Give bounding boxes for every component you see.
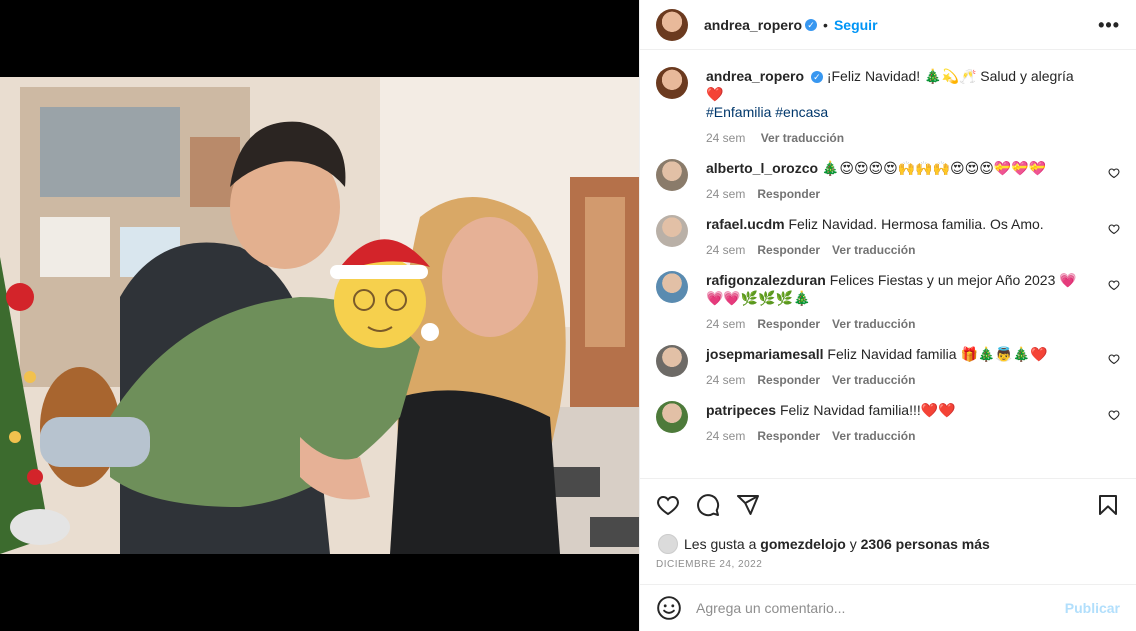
post-date[interactable]: DICIEMBRE 24, 2022 — [656, 559, 762, 570]
comment-like-heart-icon[interactable] — [1108, 223, 1120, 235]
commenter-username[interactable]: josepmariamesall — [706, 346, 824, 362]
comment-like-heart-icon[interactable] — [1108, 167, 1120, 179]
comments-list[interactable]: andrea_ropero ✓ ¡Feliz Navidad! 🎄💫🥂 Salu… — [640, 51, 1136, 478]
verified-icon: ✓ — [805, 18, 818, 31]
commenter-username[interactable]: rafael.ucdm — [706, 216, 785, 232]
comment-time[interactable]: 24 sem — [706, 243, 745, 257]
commenter-avatar[interactable] — [656, 401, 688, 433]
more-options-icon[interactable]: ••• — [1098, 15, 1120, 36]
comment-like-heart-icon[interactable] — [1108, 353, 1120, 365]
caption-translate-link[interactable]: Ver traducción — [761, 131, 844, 145]
separator-dot: • — [823, 16, 828, 33]
action-bar — [640, 478, 1136, 528]
commenter-username[interactable]: patripeces — [706, 402, 776, 418]
translate-link[interactable]: Ver traducción — [832, 243, 915, 257]
caption-hashtags[interactable]: #Enfamilia #encasa — [706, 104, 828, 120]
caption-time[interactable]: 24 sem — [706, 131, 745, 145]
reply-button[interactable]: Responder — [757, 373, 820, 387]
share-plane-icon[interactable] — [736, 493, 760, 517]
author-avatar[interactable] — [656, 8, 688, 41]
comment-text: 🎄😍😍😍😍🙌🙌🙌😍😍😍💝💝💝 — [821, 160, 1047, 176]
comment-time[interactable]: 24 sem — [706, 373, 745, 387]
commenter-avatar[interactable] — [656, 159, 688, 191]
commenter-username[interactable]: rafigonzalezduran — [706, 272, 826, 288]
likes-user[interactable]: gomezdelojo — [760, 536, 846, 552]
comment-item: josepmariamesall Feliz Navidad familia 🎁… — [656, 345, 1120, 389]
comment-time[interactable]: 24 sem — [706, 187, 745, 201]
caption-username[interactable]: andrea_ropero — [706, 68, 804, 84]
translate-link[interactable]: Ver traducción — [832, 317, 915, 331]
add-comment-bar: Publicar — [640, 584, 1136, 631]
comment-bubble-icon[interactable] — [696, 493, 720, 517]
comment-text: Feliz Navidad familia 🎁🎄👼🎄❤️ — [827, 346, 1048, 362]
comment-input[interactable] — [696, 600, 1065, 616]
comment-time[interactable]: 24 sem — [706, 317, 745, 331]
reply-button[interactable]: Responder — [757, 317, 820, 331]
likes-summary: Les gusta a gomezdelojo y 2306 personas … — [658, 534, 990, 554]
like-heart-icon[interactable] — [656, 493, 680, 517]
commenter-username[interactable]: alberto_l_orozco — [706, 160, 818, 176]
reply-button[interactable]: Responder — [757, 187, 820, 201]
comment-item: alberto_l_orozco 🎄😍😍😍😍🙌🙌🙌😍😍😍💝💝💝 24 sem Res… — [656, 159, 1120, 203]
comment-like-heart-icon[interactable] — [1108, 279, 1120, 291]
reply-button[interactable]: Responder — [757, 429, 820, 443]
post-header: andrea_ropero ✓ • Seguir ••• — [640, 0, 1136, 50]
translate-link[interactable]: Ver traducción — [832, 373, 915, 387]
likes-conj: y — [849, 536, 857, 552]
post-photo[interactable] — [0, 77, 639, 554]
comment-item: rafael.ucdm Feliz Navidad. Hermosa famil… — [656, 215, 1120, 259]
author-username[interactable]: andrea_ropero — [704, 17, 802, 33]
emoji-smiley-icon[interactable] — [656, 595, 682, 621]
likes-prefix: Les gusta a — [684, 536, 757, 552]
comment-item: rafigonzalezduran Felices Fiestas y un m… — [656, 271, 1120, 333]
save-bookmark-icon[interactable] — [1096, 493, 1120, 517]
caption: andrea_ropero ✓ ¡Feliz Navidad! 🎄💫🥂 Salu… — [656, 67, 1120, 147]
publish-button[interactable]: Publicar — [1065, 600, 1120, 616]
liker-avatar[interactable] — [658, 534, 678, 554]
translate-link[interactable]: Ver traducción — [832, 429, 915, 443]
comment-text: Feliz Navidad familia!!!❤️❤️ — [779, 402, 956, 418]
comment-like-heart-icon[interactable] — [1108, 409, 1120, 421]
reply-button[interactable]: Responder — [757, 243, 820, 257]
comment-time[interactable]: 24 sem — [706, 429, 745, 443]
comment-item: patripeces Feliz Navidad familia!!!❤️❤️ 2… — [656, 401, 1120, 445]
post-side-panel: andrea_ropero ✓ • Seguir ••• andrea_rope… — [639, 0, 1136, 631]
follow-button[interactable]: Seguir — [834, 17, 878, 33]
verified-icon: ✓ — [810, 71, 823, 84]
commenter-avatar[interactable] — [656, 271, 688, 303]
post-media-panel — [0, 0, 639, 631]
likes-count[interactable]: 2306 personas más — [861, 536, 990, 552]
commenter-avatar[interactable] — [656, 345, 688, 377]
comment-text: Feliz Navidad. Hermosa familia. Os Amo. — [788, 216, 1044, 232]
caption-avatar[interactable] — [656, 67, 688, 99]
commenter-avatar[interactable] — [656, 215, 688, 247]
